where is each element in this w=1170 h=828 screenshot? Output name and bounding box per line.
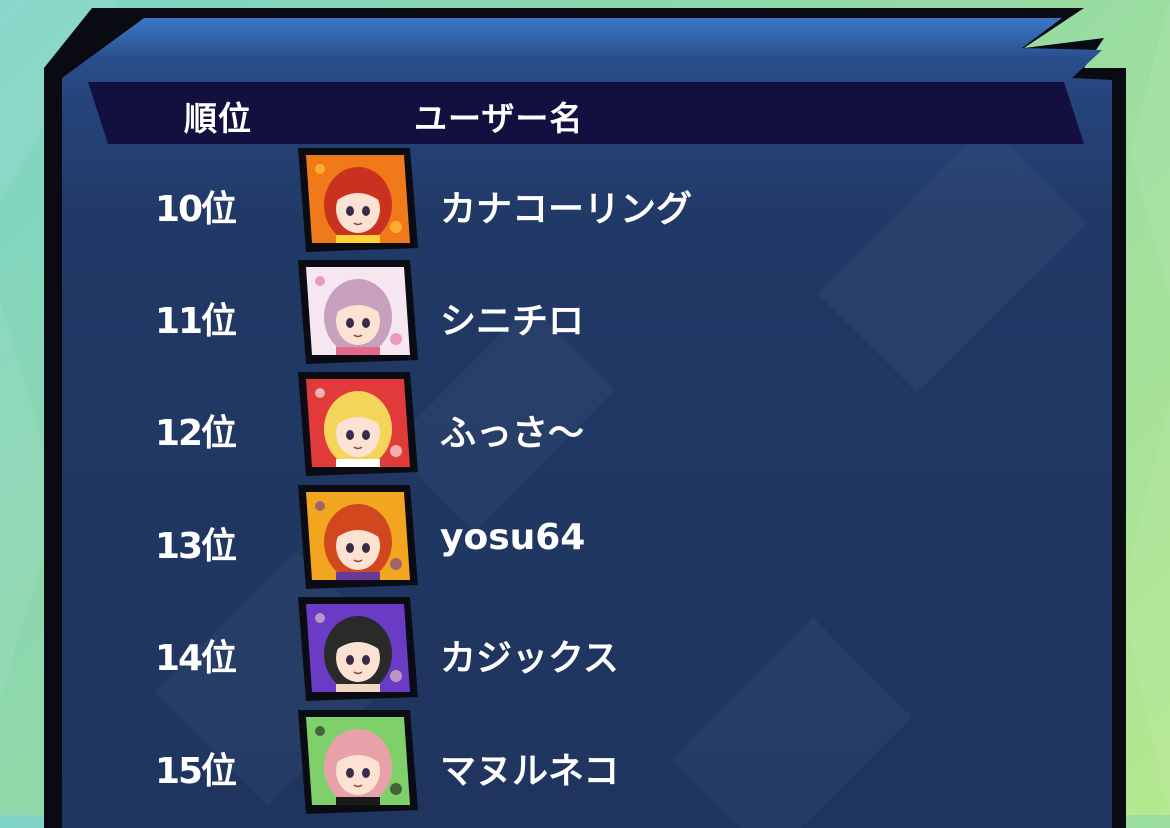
avatar-illustration xyxy=(306,492,410,580)
avatar-shinichiro xyxy=(306,267,410,355)
avatar-illustration xyxy=(306,717,410,805)
avatar-illustration xyxy=(306,379,410,467)
rank-label: 10位 xyxy=(154,189,237,230)
avatar-yosu64 xyxy=(306,492,410,580)
rank-column-header: 順位 xyxy=(184,99,252,138)
username-label: マヌルネコ xyxy=(440,751,620,792)
avatar-kajikkusu xyxy=(306,604,410,692)
username-label: カナコーリング xyxy=(440,189,693,230)
username-label: シニチロ xyxy=(440,301,585,342)
ranking-row: 11位 シニチロ xyxy=(0,258,1170,370)
username-label: カジックス xyxy=(440,638,619,679)
avatar-illustration xyxy=(306,604,410,692)
username-column-header: ユーザー名 xyxy=(414,99,584,138)
username-label: yosu64 xyxy=(440,517,586,558)
rank-label: 12位 xyxy=(154,413,237,454)
avatar-fussa xyxy=(306,379,410,467)
ranking-row: 10位 カナコーリング xyxy=(0,146,1170,258)
username-label: ふっさ～ xyxy=(440,413,585,454)
avatar-kanakoring xyxy=(306,155,410,243)
ranking-row: 13位 yosu64 xyxy=(0,483,1170,595)
avatar-manulneko xyxy=(306,717,410,805)
rank-label: 13位 xyxy=(154,526,237,567)
avatar-illustration xyxy=(306,267,410,355)
ranking-row: 14位 カジックス xyxy=(0,595,1170,707)
avatar-illustration xyxy=(306,155,410,243)
rank-label: 15位 xyxy=(154,751,237,792)
ranking-row: 12位 ふっさ～ xyxy=(0,370,1170,482)
rank-label: 11位 xyxy=(154,301,237,342)
rank-label: 14位 xyxy=(154,638,237,679)
ranking-row: 15位 マヌルネコ xyxy=(0,708,1170,820)
